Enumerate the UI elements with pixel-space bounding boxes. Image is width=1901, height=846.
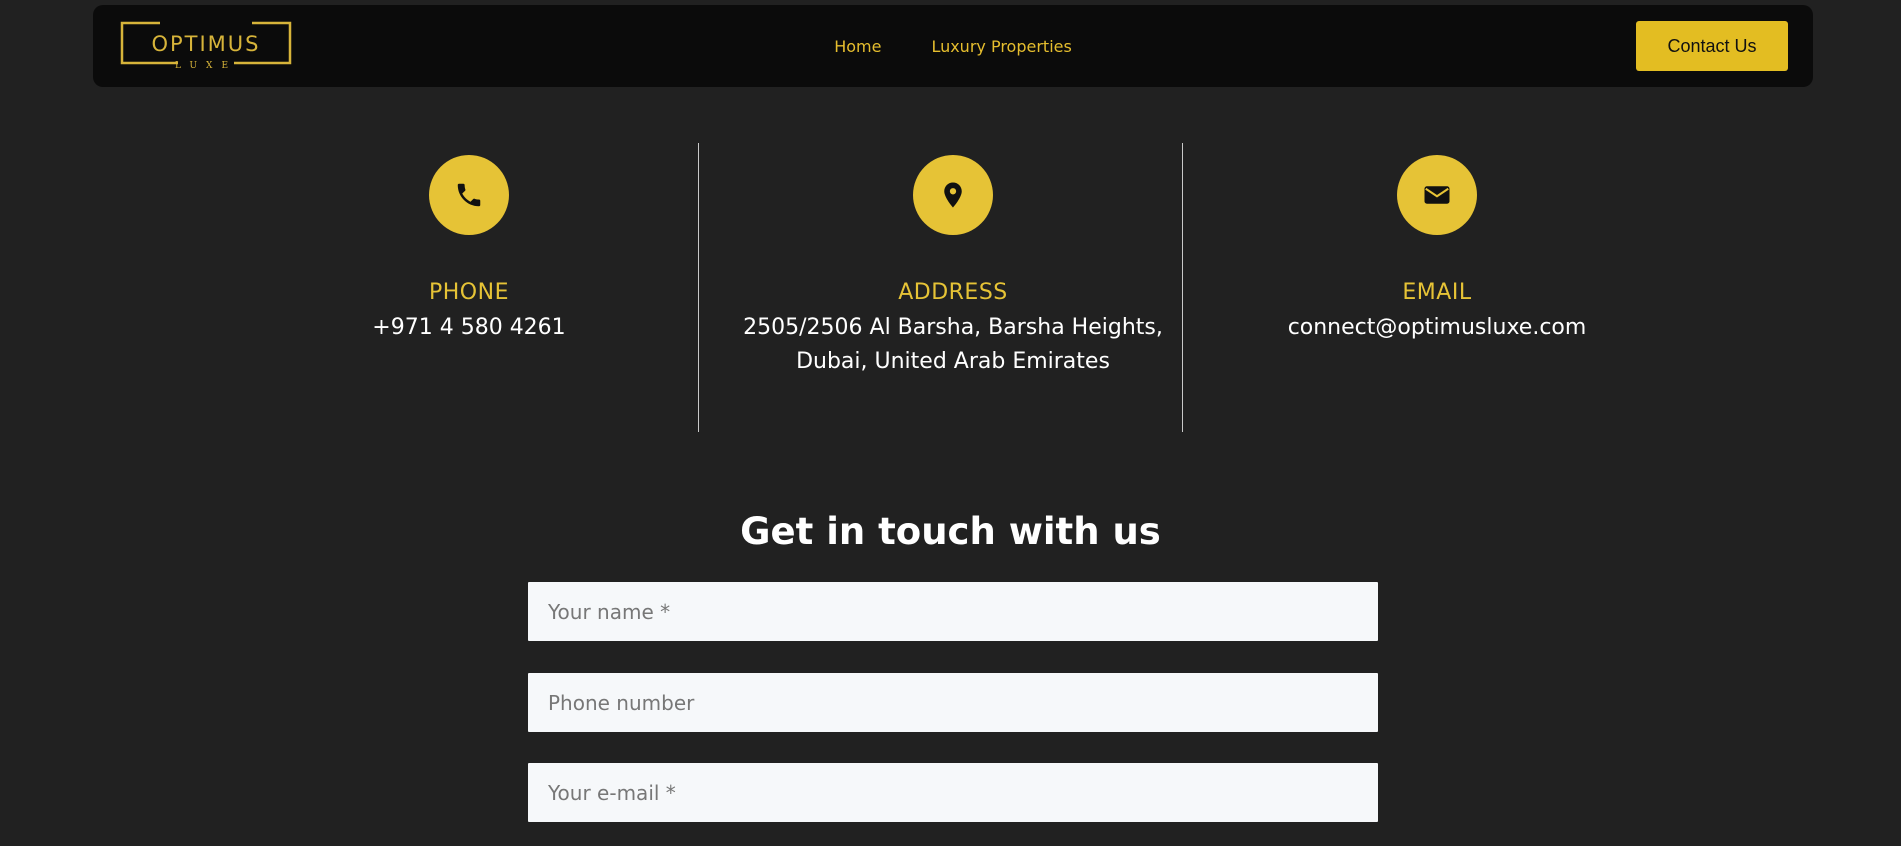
location-pin-icon [944,182,962,208]
contact-us-button[interactable]: Contact Us [1636,21,1788,71]
nav-luxury-properties[interactable]: Luxury Properties [931,37,1071,56]
email-title: EMAIL [1402,280,1472,305]
divider [698,143,699,432]
address-title: ADDRESS [898,280,1008,305]
email-input[interactable] [528,763,1378,822]
divider [1182,143,1183,432]
envelope-icon [1424,186,1450,204]
name-input[interactable] [528,582,1378,641]
location-icon-circle [913,155,993,235]
email-info: EMAIL connect@optimusluxe.com [1195,143,1679,345]
phone-icon-circle [429,155,509,235]
email-address[interactable]: connect@optimusluxe.com [1195,311,1679,345]
phone-input[interactable] [528,673,1378,732]
address-text: 2505/2506 Al Barsha, Barsha Heights, Dub… [743,315,1163,374]
phone-info: PHONE +971 4 580 4261 [227,143,711,345]
phone-title: PHONE [429,280,509,305]
svg-text:LUXE: LUXE [175,61,237,71]
optimus-luxe-logo: OPTIMUS LUXE [120,21,292,71]
phone-icon [457,183,481,207]
navbar: OPTIMUS LUXE Home Luxury Properties Cont… [93,5,1813,87]
email-icon-circle [1397,155,1477,235]
logo[interactable]: OPTIMUS LUXE [120,21,292,75]
phone-number[interactable]: +971 4 580 4261 [227,311,711,345]
nav-home[interactable]: Home [834,37,881,56]
form-heading: Get in touch with us [740,510,1161,553]
svg-text:OPTIMUS: OPTIMUS [151,32,260,56]
address-info: ADDRESS 2505/2506 Al Barsha, Barsha Heig… [711,143,1195,379]
main-nav: Home Luxury Properties [93,5,1813,87]
